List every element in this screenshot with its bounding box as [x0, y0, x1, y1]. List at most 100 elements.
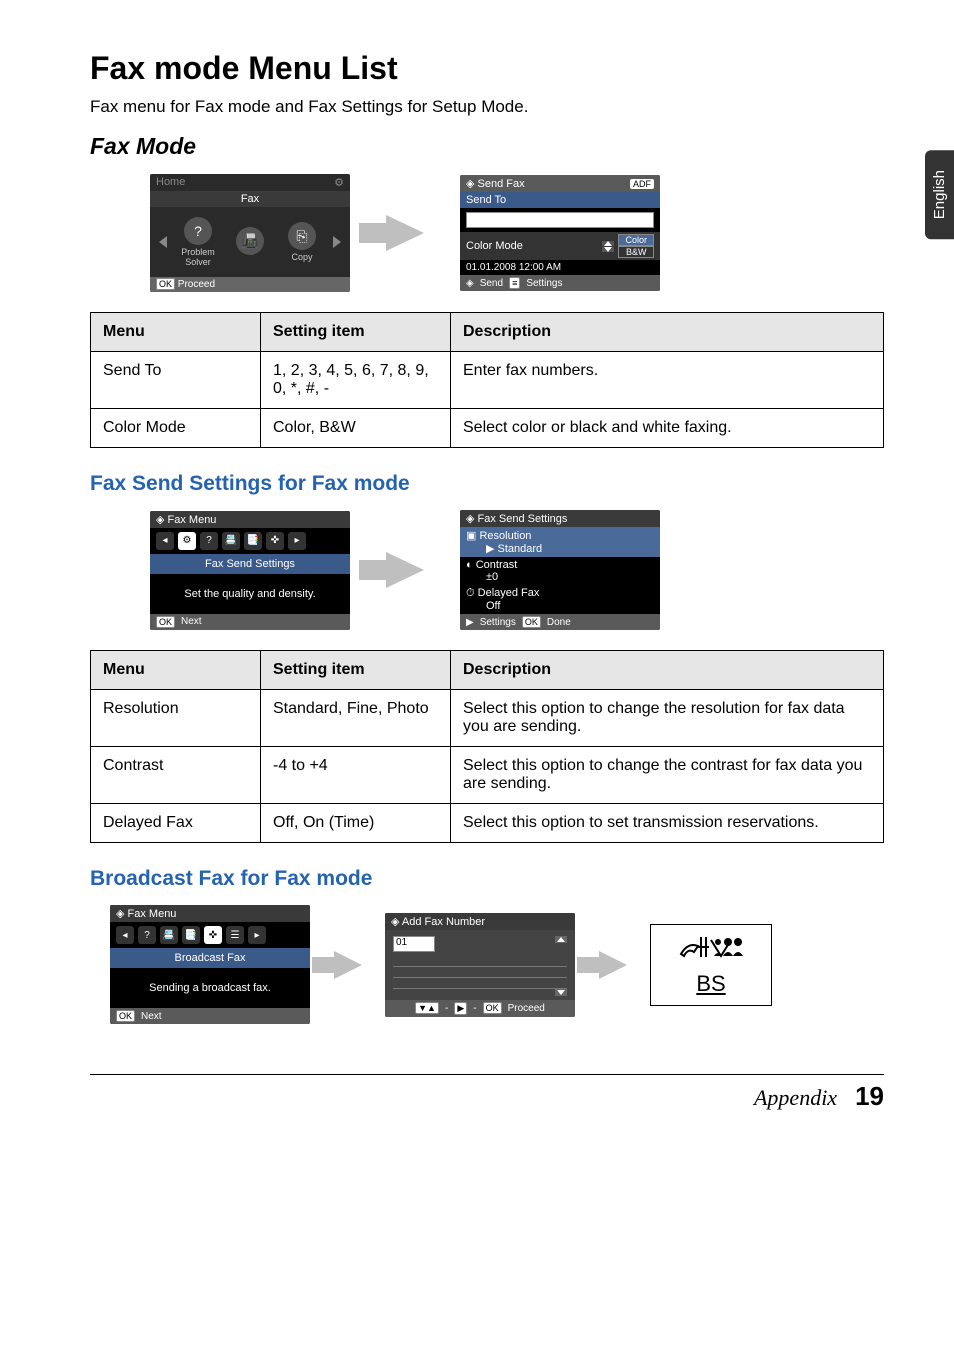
- speed-dial-icon: BS: [650, 924, 772, 1006]
- lcd-fax-menu: ◈ Fax Menu ◂ ⚙ ? 📇 📑 ✜ ▸ Fax Send Settin…: [150, 511, 350, 630]
- broadcast-label: Broadcast Fax: [110, 948, 310, 968]
- adf-badge: ADF: [630, 179, 654, 189]
- tab-icon[interactable]: ✜: [266, 532, 284, 550]
- sendsettings-title: ◈ Fax Send Settings: [466, 512, 567, 525]
- home-label: Home: [156, 176, 185, 189]
- nav-left-icon[interactable]: [159, 236, 167, 248]
- up-arrow-icon[interactable]: [602, 241, 614, 246]
- home-fax-tab[interactable]: Fax: [150, 191, 350, 207]
- scroll-down-icon[interactable]: [555, 989, 567, 996]
- tab-icon[interactable]: 📑: [244, 532, 262, 550]
- settings-label: Settings: [480, 617, 516, 628]
- fax-number-input[interactable]: [466, 212, 654, 228]
- footer-appendix: Appendix: [754, 1085, 837, 1111]
- setting-delayed[interactable]: ⏱ Delayed Fax Off: [460, 585, 660, 614]
- lcd-home: Home ⚙ Fax ? Problem Solver 📠 ⎘ Copy: [150, 174, 350, 292]
- bs-label: BS: [696, 971, 725, 997]
- color-option[interactable]: Color: [618, 234, 654, 246]
- arrow-icon: [386, 215, 424, 251]
- send-label: Send: [480, 278, 503, 289]
- send-to-header: Send To: [460, 192, 660, 208]
- table-header: Menu: [91, 651, 261, 690]
- bw-option[interactable]: B&W: [618, 246, 654, 258]
- section-fax-mode: Fax Mode: [90, 133, 884, 160]
- fax-mode-table: Menu Setting item Description Send To 1,…: [90, 312, 884, 448]
- settings-label: Settings: [526, 278, 562, 289]
- arrow-icon: [386, 552, 424, 588]
- broadcast-hint: Sending a broadcast fax.: [110, 968, 310, 1008]
- lcd-send-settings: ◈ Fax Send Settings ▣ Resolution ▶ Stand…: [460, 510, 660, 630]
- table-row: Contrast -4 to +4 Select this option to …: [91, 747, 884, 804]
- tab-icon[interactable]: ◂: [156, 532, 174, 550]
- faxmenu-hint: Set the quality and density.: [150, 574, 350, 614]
- table-row: Delayed Fax Off, On (Time) Select this o…: [91, 804, 884, 843]
- tab-icon[interactable]: 📑: [182, 926, 200, 944]
- broadcast-title: ◈ Fax Menu: [116, 907, 176, 920]
- table-header: Description: [451, 651, 884, 690]
- section-send-settings: Fax Send Settings for Fax mode: [90, 472, 884, 496]
- tab-icon-active[interactable]: ⚙: [178, 532, 196, 550]
- copy-label: Copy: [281, 252, 323, 262]
- tab-icon-active[interactable]: ✜: [204, 926, 222, 944]
- table-header: Menu: [91, 313, 261, 352]
- copy-icon[interactable]: ⎘: [288, 222, 316, 250]
- footer-page-number: 19: [855, 1081, 884, 1112]
- menu-key-icon: ≡: [509, 277, 520, 289]
- fax-icon[interactable]: 📠: [236, 227, 264, 255]
- phonebook-glyph-icon: [676, 932, 746, 969]
- faxmenu-title: ◈ Fax Menu: [156, 513, 216, 526]
- done-label: Done: [547, 617, 571, 628]
- lcd-send-fax: ◈ Send Fax ADF Send To Color Mode Color …: [460, 175, 660, 291]
- tab-icon[interactable]: 📇: [160, 926, 178, 944]
- proceed-label: Proceed: [178, 279, 215, 290]
- next-label: Next: [181, 616, 202, 627]
- sendfax-title: ◈ Send Fax: [466, 177, 525, 190]
- color-mode-label: Color Mode: [466, 240, 523, 252]
- section-broadcast: Broadcast Fax for Fax mode: [90, 867, 884, 891]
- table-row: Send To 1, 2, 3, 4, 5, 6, 7, 8, 9, 0, *,…: [91, 352, 884, 409]
- setting-resolution[interactable]: ▣ Resolution ▶ Standard: [460, 527, 660, 557]
- tab-icon[interactable]: 📇: [222, 532, 240, 550]
- scroll-up-icon[interactable]: [555, 936, 567, 943]
- icon-row: ◂ ? 📇 📑 ✜ ☰ ▸: [110, 922, 310, 948]
- help-icon[interactable]: ?: [184, 217, 212, 245]
- color-mode-select[interactable]: Color B&W: [618, 234, 654, 258]
- problem-solver-label: Problem Solver: [177, 247, 219, 267]
- send-settings-table: Menu Setting item Description Resolution…: [90, 650, 884, 843]
- language-tab: English: [925, 150, 954, 239]
- arrow-icon: [334, 951, 362, 979]
- page-footer: Appendix 19: [90, 1074, 884, 1112]
- down-arrow-icon[interactable]: [602, 247, 614, 252]
- faxmenu-label: Fax Send Settings: [150, 554, 350, 574]
- page-title: Fax mode Menu List: [90, 50, 884, 87]
- nav-keys-icon: ▼▲: [415, 1002, 439, 1014]
- ok-key-icon: OK: [156, 278, 175, 290]
- table-row: Color Mode Color, B&W Select color or bl…: [91, 409, 884, 448]
- right-key-icon: ▶: [466, 617, 474, 628]
- ok-key-icon: OK: [116, 1010, 135, 1022]
- lcd-add-fax: ◈ Add Fax Number 01 ▼▲ - ▶ - OK Proceed: [385, 913, 575, 1017]
- tab-icon[interactable]: ☰: [226, 926, 244, 944]
- table-row: Resolution Standard, Fine, Photo Select …: [91, 690, 884, 747]
- setting-contrast[interactable]: ◐ Contrast ±0: [460, 557, 660, 585]
- ok-key-icon: OK: [156, 616, 175, 628]
- tab-icon[interactable]: ?: [200, 532, 218, 550]
- icon-row: ◂ ⚙ ? 📇 📑 ✜ ▸: [150, 528, 350, 554]
- table-header: Setting item: [261, 313, 451, 352]
- proceed-label: Proceed: [508, 1003, 545, 1014]
- diamond-icon: ◈: [466, 278, 474, 289]
- tab-icon[interactable]: ▸: [288, 532, 306, 550]
- arrow-icon: [599, 951, 627, 979]
- datetime-label: 01.01.2008 12:00 AM: [460, 260, 660, 275]
- next-label: Next: [141, 1011, 162, 1022]
- tab-icon[interactable]: ?: [138, 926, 156, 944]
- tab-icon[interactable]: ◂: [116, 926, 134, 944]
- addfax-title: ◈ Add Fax Number: [391, 915, 485, 928]
- ok-key-icon: OK: [522, 616, 541, 628]
- page-subtitle: Fax menu for Fax mode and Fax Settings f…: [90, 97, 884, 117]
- network-icon: ⚙: [334, 176, 344, 189]
- tab-icon[interactable]: ▸: [248, 926, 266, 944]
- table-header: Description: [451, 313, 884, 352]
- fax-entry-input[interactable]: 01: [393, 936, 435, 952]
- nav-right-icon[interactable]: [333, 236, 341, 248]
